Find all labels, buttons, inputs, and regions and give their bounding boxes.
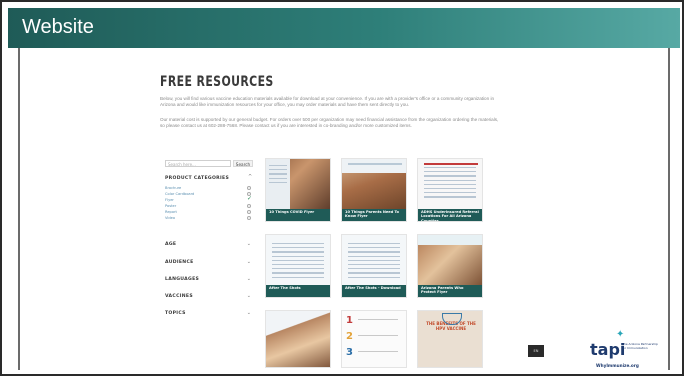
product-thumbnail[interactable] [266, 311, 330, 367]
radio-icon[interactable] [247, 210, 251, 214]
category-item-video[interactable]: Video [165, 215, 253, 221]
category-label: Flyer [165, 198, 174, 202]
product-categories-heading[interactable]: PRODUCT CATEGORIES [165, 176, 229, 181]
logo-tagline: The Arizona Partnership for Immunization [622, 342, 658, 350]
filter-label: AUDIENCE [165, 260, 194, 265]
slide-header: Website [8, 8, 680, 48]
logo-url: WhyImmunize.org [596, 363, 639, 368]
language-button[interactable]: EN [528, 345, 544, 357]
filter-label: LANGUAGES [165, 277, 200, 282]
chevron-down-icon[interactable]: ⌄ [247, 310, 251, 316]
radio-icon[interactable] [247, 216, 251, 220]
product-thumbnail[interactable]: THE BENEFITS OF THE HPV VACCINE [418, 311, 482, 367]
filter-age[interactable]: AGE ⌄ [165, 241, 253, 250]
page-heading: FREE RESOURCES [160, 74, 274, 90]
product-thumbnail[interactable] [266, 159, 330, 211]
product-card[interactable] [265, 310, 331, 368]
product-thumbnail[interactable] [418, 235, 482, 287]
chevron-down-icon[interactable]: ⌄ [247, 259, 251, 265]
category-label: Poster [165, 204, 177, 208]
slide-title: Website [22, 16, 94, 38]
product-thumbnail[interactable]: 1 2 3 [342, 311, 406, 367]
product-caption: Arizona Parents Who Protect Flyer [418, 285, 482, 297]
filter-label: VACCINES [165, 294, 193, 299]
chevron-down-icon[interactable]: ⌄ [247, 276, 251, 282]
product-card[interactable]: ADHS Underinsured Referral Locations For… [417, 158, 483, 222]
product-card[interactable]: THE BENEFITS OF THE HPV VACCINE [417, 310, 483, 368]
product-card[interactable]: 10 Things Parents Need To Know Flyer [341, 158, 407, 222]
filter-topics[interactable]: TOPICS ⌄ [165, 310, 253, 319]
product-thumbnail[interactable] [418, 159, 482, 211]
tapi-logo: ✦ tapi The Arizona Partnership for Immun… [590, 328, 666, 368]
category-label: Video [165, 216, 176, 220]
product-card[interactable]: 1 2 3 [341, 310, 407, 368]
website-screenshot: FREE RESOURCES Below, you will find vari… [20, 48, 668, 370]
product-thumbnail[interactable] [266, 235, 330, 287]
category-list: Brochure Color Cardboard Flyer ✓ Poster R… [165, 185, 253, 221]
product-card[interactable]: After The Shots [265, 234, 331, 298]
checkmark-icon[interactable]: ✓ [247, 196, 252, 202]
search-input[interactable]: Search here... [165, 160, 231, 167]
radio-icon[interactable] [247, 186, 251, 190]
filter-label: AGE [165, 242, 177, 247]
filter-label: TOPICS [165, 311, 186, 316]
intro-paragraph: Below, you will find various vaccine edu… [160, 96, 495, 108]
product-card[interactable]: 10 Things COVID Flyer [265, 158, 331, 222]
product-caption: 10 Things COVID Flyer [266, 209, 330, 221]
chevron-down-icon[interactable]: ⌄ [247, 241, 251, 247]
cost-note-paragraph: Our material cost is supported by our ge… [160, 117, 499, 129]
product-caption: ADHS Underinsured Referral Locations For… [418, 209, 482, 221]
radio-icon[interactable] [247, 204, 251, 208]
filter-languages[interactable]: LANGUAGES ⌄ [165, 276, 253, 285]
product-caption: After The Shots - Download [342, 285, 406, 297]
chevron-down-icon[interactable]: ⌄ [247, 293, 251, 299]
screenshot-right-border [668, 48, 670, 370]
filter-vaccines[interactable]: VACCINES ⌄ [165, 293, 253, 302]
category-label: Brochure [165, 186, 182, 190]
product-card[interactable]: Arizona Parents Who Protect Flyer [417, 234, 483, 298]
product-thumbnail[interactable] [342, 235, 406, 287]
filter-audience[interactable]: AUDIENCE ⌄ [165, 259, 253, 268]
product-thumbnail[interactable] [342, 159, 406, 211]
search-bar: Search here... Search [165, 160, 253, 168]
category-label: Color Cardboard [165, 192, 195, 196]
category-label: Report [165, 210, 177, 214]
search-button[interactable]: Search [233, 160, 253, 167]
product-caption: After The Shots [266, 285, 330, 297]
logo-wordmark: tapi [590, 340, 626, 359]
star-icon: ✦ [616, 329, 625, 340]
chevron-up-icon[interactable]: ^ [248, 174, 252, 180]
product-card[interactable]: After The Shots - Download [341, 234, 407, 298]
slide-frame: Website FREE RESOURCES Below, you will f… [0, 0, 684, 376]
product-caption: 10 Things Parents Need To Know Flyer [342, 209, 406, 221]
